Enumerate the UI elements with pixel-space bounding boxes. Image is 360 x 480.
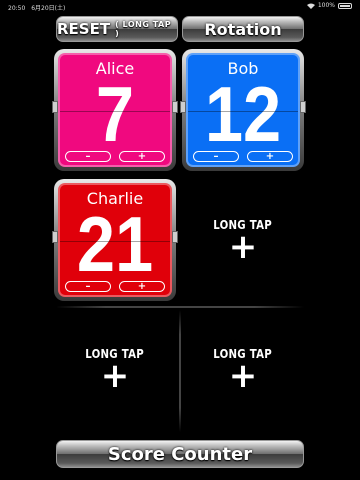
grid-divider bbox=[179, 310, 181, 432]
hinge-right bbox=[300, 101, 306, 113]
add-player-slot[interactable]: LONG TAP + bbox=[182, 179, 304, 301]
flip-divider bbox=[188, 111, 298, 112]
app-title-bar: Score Counter bbox=[56, 440, 304, 468]
player-card-alice[interactable]: Alice 7 – + bbox=[52, 49, 178, 171]
hinge-left bbox=[52, 101, 58, 113]
reset-label: RESET bbox=[57, 20, 111, 38]
decrement-button[interactable]: – bbox=[65, 281, 111, 292]
reset-sublabel: ( LONG TAP ) bbox=[115, 20, 172, 38]
rotation-label: Rotation bbox=[204, 19, 282, 39]
rotation-button[interactable]: Rotation bbox=[182, 16, 304, 42]
decrement-button[interactable]: – bbox=[193, 151, 239, 162]
status-bar: 20:50 6月20日(土) 100% bbox=[0, 0, 360, 14]
increment-button[interactable]: + bbox=[247, 151, 293, 162]
hinge-right bbox=[172, 101, 178, 113]
player-face: Charlie 21 – + bbox=[58, 183, 172, 297]
long-tap-label: LONG TAP bbox=[85, 347, 145, 361]
reset-button[interactable]: RESET ( LONG TAP ) bbox=[56, 16, 178, 42]
flip-divider bbox=[60, 111, 170, 112]
player-face: Alice 7 – + bbox=[58, 53, 172, 167]
hinge-left bbox=[52, 231, 58, 243]
battery-icon bbox=[338, 2, 352, 9]
plus-icon: + bbox=[100, 356, 130, 396]
grid-divider bbox=[56, 306, 304, 308]
hinge-left bbox=[180, 101, 186, 113]
long-tap-label: LONG TAP bbox=[213, 347, 273, 361]
player-score: 7 bbox=[95, 70, 135, 158]
decrement-button[interactable]: – bbox=[65, 151, 111, 162]
long-tap-label: LONG TAP bbox=[213, 218, 273, 232]
status-date-text: 6月20日(土) bbox=[31, 5, 66, 12]
player-face: Bob 12 – + bbox=[186, 53, 300, 167]
increment-button[interactable]: + bbox=[119, 151, 165, 162]
player-card-bob[interactable]: Bob 12 – + bbox=[180, 49, 306, 171]
add-player-slot[interactable]: LONG TAP + bbox=[182, 308, 304, 430]
player-score: 21 bbox=[76, 200, 154, 288]
status-time: 20:50 6月20日(土) bbox=[8, 3, 65, 12]
flip-divider bbox=[60, 241, 170, 242]
player-score: 12 bbox=[204, 70, 282, 158]
wifi-icon bbox=[306, 3, 315, 9]
plus-icon: + bbox=[228, 227, 258, 267]
add-player-slot[interactable]: LONG TAP + bbox=[54, 308, 176, 430]
status-time-text: 20:50 bbox=[8, 5, 26, 12]
increment-button[interactable]: + bbox=[119, 281, 165, 292]
status-right: 100% bbox=[306, 2, 352, 9]
battery-percent: 100% bbox=[317, 2, 335, 9]
plus-icon: + bbox=[228, 356, 258, 396]
hinge-right bbox=[172, 231, 178, 243]
app-title: Score Counter bbox=[107, 443, 253, 465]
player-card-charlie[interactable]: Charlie 21 – + bbox=[52, 179, 178, 301]
